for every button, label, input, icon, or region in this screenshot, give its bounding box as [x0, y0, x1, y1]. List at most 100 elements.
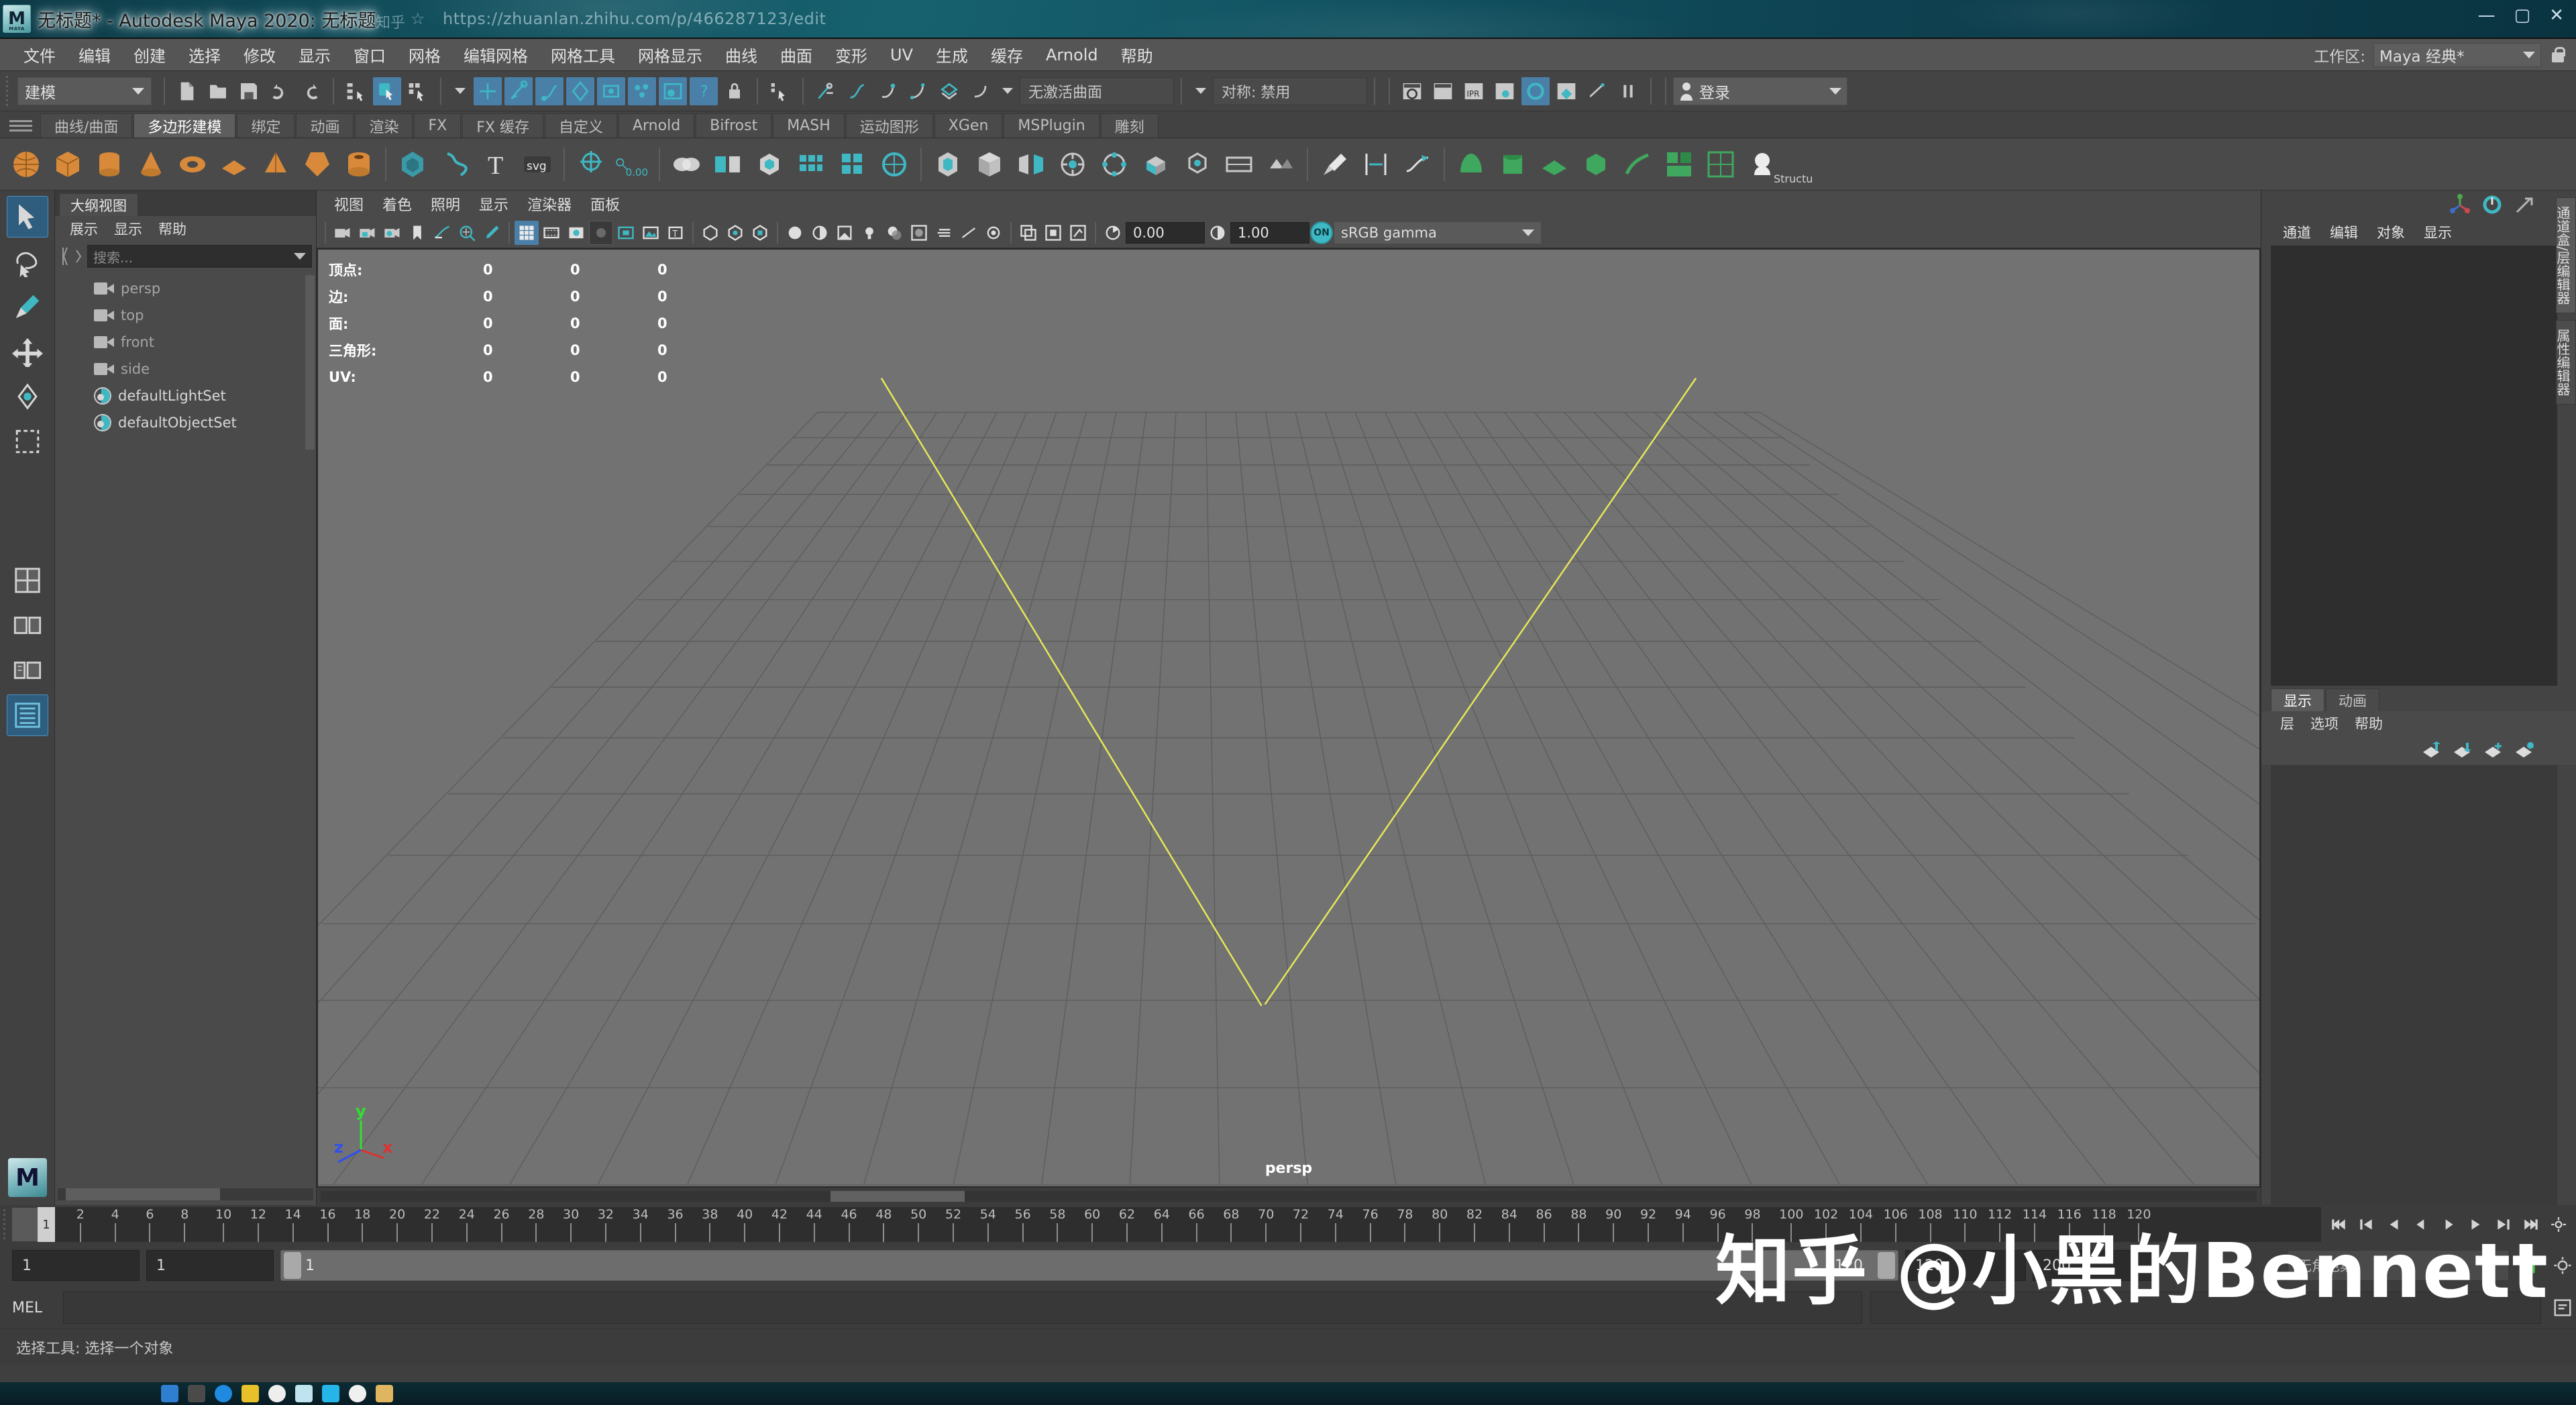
timeline-tick[interactable]: 16 — [319, 1207, 336, 1242]
close-icon[interactable]: ✕ — [2549, 7, 2564, 24]
range-start-field[interactable]: 1 — [12, 1250, 140, 1281]
timeline-tick[interactable]: 94 — [1675, 1207, 1691, 1242]
timeline-tick[interactable]: 28 — [528, 1207, 544, 1242]
timeline-tick[interactable]: 112 — [1988, 1207, 2012, 1242]
uv-unfold-icon[interactable] — [1618, 145, 1657, 184]
xray-toggle[interactable] — [698, 221, 722, 245]
timeline-tick[interactable]: 36 — [667, 1207, 684, 1242]
rotate-manipulator-icon[interactable] — [2481, 193, 2504, 216]
menu-modify[interactable]: 修改 — [232, 40, 287, 69]
go-to-end-button[interactable] — [2519, 1212, 2543, 1237]
viewport-menu-display[interactable]: 显示 — [470, 192, 518, 216]
timeline-tick[interactable]: 34 — [633, 1207, 649, 1242]
anim-start-field[interactable]: 1 — [146, 1250, 274, 1281]
taskbar-icon[interactable] — [322, 1385, 339, 1402]
list-item[interactable]: side — [55, 356, 316, 382]
timeline-tick[interactable]: 82 — [1466, 1207, 1483, 1242]
snapshot-icon[interactable] — [1066, 221, 1090, 245]
taskbar-icon[interactable] — [161, 1385, 178, 1402]
smooth-shade-toggle[interactable] — [589, 220, 613, 245]
new-scene-button[interactable] — [173, 77, 201, 105]
timeline-tick[interactable]: 30 — [563, 1207, 579, 1242]
texture-filtering-toggle[interactable] — [833, 221, 857, 245]
timeline-tick[interactable]: 88 — [1570, 1207, 1587, 1242]
timeline-tick[interactable]: 100 — [1779, 1207, 1803, 1242]
menu-create[interactable]: 创建 — [122, 40, 177, 69]
multisample-toggle[interactable] — [957, 221, 981, 245]
uv-planar-map-icon[interactable] — [1535, 145, 1574, 184]
timeline-tick[interactable]: 54 — [980, 1207, 996, 1242]
timeline-tick[interactable]: 52 — [945, 1207, 961, 1242]
taskbar-icon[interactable] — [268, 1385, 286, 1402]
menu-deform[interactable]: 变形 — [824, 40, 879, 69]
taskbar-icon[interactable] — [349, 1385, 366, 1402]
poly-pipe-icon[interactable] — [339, 145, 378, 184]
quadrangulate-icon[interactable] — [792, 145, 830, 184]
shaded-wireframe-toggle[interactable] — [614, 221, 638, 245]
make-live-button[interactable] — [628, 76, 656, 105]
redo-button[interactable] — [297, 77, 325, 105]
shelf-tab-xgen[interactable]: XGen — [934, 113, 1003, 138]
timeline-tick[interactable]: 90 — [1605, 1207, 1621, 1242]
color-management-toggle[interactable]: ON — [1310, 221, 1333, 244]
text-overlay-toggle[interactable]: T — [663, 221, 688, 245]
paint-select-tool[interactable] — [7, 286, 48, 327]
outliner-search-input[interactable]: 搜索... — [87, 245, 312, 268]
outliner-menu-help[interactable]: 帮助 — [150, 217, 195, 240]
timeline-tick[interactable]: 58 — [1049, 1207, 1065, 1242]
symmetry-field[interactable]: 对称: 禁用 — [1213, 76, 1367, 105]
step-back-key-button[interactable] — [2354, 1212, 2378, 1237]
snap-curve-button[interactable] — [504, 76, 533, 105]
timeline-tick[interactable]: 84 — [1501, 1207, 1517, 1242]
extract-icon[interactable] — [750, 145, 789, 184]
list-item[interactable]: front — [55, 329, 316, 356]
use-default-material-toggle[interactable] — [783, 221, 807, 245]
poly-torus-icon[interactable] — [173, 145, 212, 184]
window-controls[interactable]: — ▢ ✕ — [2478, 7, 2564, 24]
taskbar-icon[interactable] — [295, 1385, 313, 1402]
layout-outliner-persp-button[interactable] — [7, 649, 48, 691]
toolbar-grip[interactable] — [4, 75, 13, 107]
timeline-tick[interactable]: 66 — [1189, 1207, 1205, 1242]
menu-help[interactable]: 帮助 — [1110, 40, 1165, 69]
layer-snap-icon[interactable] — [935, 77, 963, 105]
channelbox-menu-object[interactable]: 对象 — [2367, 221, 2414, 244]
pause-render-button[interactable] — [1614, 77, 1642, 105]
triangulate-icon[interactable] — [833, 145, 872, 184]
fill-hole-icon[interactable] — [1220, 145, 1258, 184]
shelf-tab-rigging[interactable]: 绑定 — [237, 113, 295, 138]
wireframe-toggle[interactable] — [564, 221, 588, 245]
film-gate-toggle[interactable] — [539, 221, 564, 245]
timeline-tick[interactable]: 120 — [2127, 1207, 2151, 1242]
snap-point-button[interactable] — [535, 76, 564, 105]
poly-cylinder-icon[interactable] — [90, 145, 129, 184]
uv-editor-icon[interactable] — [1701, 145, 1740, 184]
boolean-union-icon[interactable] — [928, 145, 967, 184]
timeline-tick[interactable]: 108 — [1918, 1207, 1943, 1242]
select-by-component-icon[interactable] — [766, 77, 794, 105]
separate-icon[interactable] — [708, 145, 747, 184]
menu-window[interactable]: 窗口 — [342, 40, 397, 69]
menu-uv[interactable]: UV — [879, 43, 924, 67]
timeline-tick[interactable]: 102 — [1814, 1207, 1838, 1242]
timeline-tick[interactable]: 18 — [354, 1207, 370, 1242]
shelf-tab-sculpting[interactable]: 雕刻 — [1100, 113, 1159, 138]
lock-camera-icon[interactable] — [356, 221, 380, 245]
menu-curves[interactable]: 曲线 — [714, 40, 769, 69]
snap-value-icon[interactable]: 0.00 — [613, 145, 652, 184]
shelf-tab-animation[interactable]: 动画 — [296, 113, 354, 138]
gamma-field[interactable]: 1.00 — [1230, 221, 1309, 244]
lasso-select-tool[interactable] — [7, 241, 48, 282]
combine-icon[interactable] — [667, 145, 706, 184]
shelf-tab-bifrost[interactable]: Bifrost — [696, 113, 772, 138]
lighting-toggle[interactable] — [857, 221, 881, 245]
timeline-tick[interactable]: 24 — [459, 1207, 475, 1242]
timeline-tick[interactable]: 60 — [1084, 1207, 1100, 1242]
chevron-down-icon[interactable] — [455, 88, 466, 94]
character-set-field[interactable]: 无角色集 — [2288, 1250, 2509, 1281]
shaded-material-toggle[interactable] — [808, 221, 832, 245]
poly-cube-icon[interactable] — [48, 145, 87, 184]
timeline-tick[interactable]: 50 — [910, 1207, 926, 1242]
snap-view-plane-button[interactable] — [597, 76, 625, 105]
range-right-handle[interactable] — [1878, 1252, 1895, 1279]
